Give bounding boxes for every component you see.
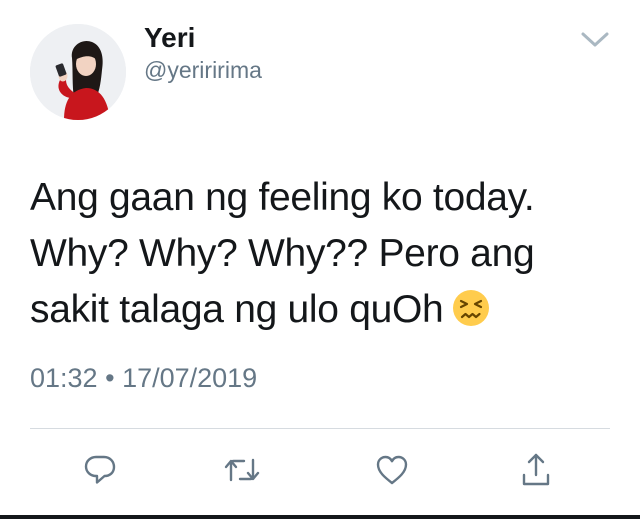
share-button[interactable] xyxy=(514,448,558,492)
tweet-line: Ang gaan ng feeling ko today. xyxy=(30,176,535,219)
tweet-line-text: sakit talaga ng ulo quOh xyxy=(30,288,444,331)
avatar[interactable] xyxy=(30,24,126,120)
meta-separator: • xyxy=(105,363,115,393)
user-handle[interactable]: @yeriririma xyxy=(144,56,262,84)
display-name[interactable]: Yeri xyxy=(144,22,195,54)
action-bar xyxy=(0,448,640,498)
tweet-line: Why? Why? Why?? Pero ang xyxy=(30,232,535,275)
heart-icon xyxy=(376,455,408,485)
retweet-button[interactable] xyxy=(220,448,264,492)
tweet-text: Ang gaan ng feeling ko today. Why? Why? … xyxy=(30,170,620,338)
reply-button[interactable] xyxy=(78,448,122,492)
retweet-icon xyxy=(224,458,260,482)
like-button[interactable] xyxy=(370,448,414,492)
divider xyxy=(30,428,610,429)
tweet-card: Yeri @yeriririma Ang gaan ng feeling ko … xyxy=(0,0,640,519)
tweet-date: 17/07/2019 xyxy=(122,363,258,393)
reply-icon xyxy=(84,455,116,484)
share-icon xyxy=(522,453,550,486)
avatar-photo xyxy=(30,24,126,120)
confounded-face-emoji xyxy=(451,288,491,328)
bottom-border xyxy=(0,515,640,519)
tweet-timestamp[interactable]: 01:32 • 17/07/2019 xyxy=(30,362,257,394)
tweet-time: 01:32 xyxy=(30,363,98,393)
tweet-line: sakit talaga ng ulo quOh xyxy=(30,282,620,338)
chevron-down-icon[interactable] xyxy=(578,26,612,52)
